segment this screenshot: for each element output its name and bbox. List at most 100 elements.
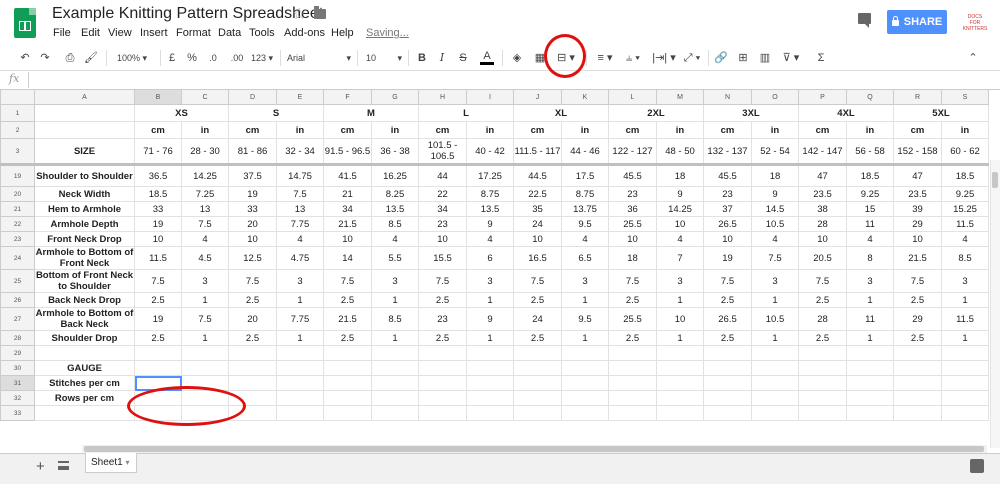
- cell[interactable]: 20.5: [798, 246, 847, 270]
- cell[interactable]: [181, 360, 229, 376]
- unit-cell[interactable]: in: [276, 121, 324, 139]
- cell[interactable]: [513, 345, 562, 361]
- cell[interactable]: 23.5: [893, 186, 942, 202]
- cell[interactable]: 28: [798, 307, 847, 331]
- cell[interactable]: 11: [846, 216, 894, 232]
- cell[interactable]: 14: [323, 246, 372, 270]
- cell[interactable]: [276, 390, 324, 406]
- menu-tools[interactable]: Tools: [249, 27, 275, 39]
- more-formats-select[interactable]: 123 ▾: [250, 50, 274, 66]
- unit-cell[interactable]: cm: [134, 121, 182, 139]
- column-header-p[interactable]: P: [798, 89, 847, 105]
- row-header[interactable]: 1: [0, 104, 35, 122]
- cell[interactable]: [893, 390, 942, 406]
- share-button[interactable]: SHARE: [887, 10, 947, 34]
- cell[interactable]: 2.5: [703, 292, 752, 308]
- cell[interactable]: [656, 405, 704, 421]
- cell[interactable]: 13: [181, 201, 229, 217]
- cell[interactable]: [608, 405, 657, 421]
- cell[interactable]: [134, 345, 182, 361]
- menu-insert[interactable]: Insert: [140, 27, 168, 39]
- column-header-q[interactable]: Q: [846, 89, 894, 105]
- cell[interactable]: 47: [798, 164, 847, 187]
- cell[interactable]: 28: [798, 216, 847, 232]
- cell[interactable]: [703, 405, 752, 421]
- cell[interactable]: 2.5: [323, 292, 372, 308]
- cell[interactable]: [941, 405, 989, 421]
- cell[interactable]: 6: [466, 246, 514, 270]
- row-header[interactable]: 24: [0, 246, 35, 270]
- cell[interactable]: 14.25: [181, 164, 229, 187]
- cell[interactable]: [323, 390, 372, 406]
- cell[interactable]: 22: [418, 186, 467, 202]
- cell[interactable]: 7.75: [276, 307, 324, 331]
- column-header-j[interactable]: J: [513, 89, 562, 105]
- select-all-corner[interactable]: [0, 89, 35, 105]
- menu-data[interactable]: Data: [218, 27, 241, 39]
- cell[interactable]: [466, 405, 514, 421]
- cell[interactable]: [418, 405, 467, 421]
- column-header-r[interactable]: R: [893, 89, 942, 105]
- cell[interactable]: 28 - 30: [181, 138, 229, 166]
- cell[interactable]: [798, 390, 847, 406]
- row-label[interactable]: Shoulder to Shoulder: [34, 164, 135, 187]
- row-label[interactable]: Hem to Armhole: [34, 201, 135, 217]
- menu-edit[interactable]: Edit: [81, 27, 100, 39]
- row-header[interactable]: 20: [0, 186, 35, 202]
- font-size-select[interactable]: 10 ▾: [366, 50, 402, 66]
- cell[interactable]: [941, 360, 989, 376]
- cell[interactable]: 2.5: [893, 330, 942, 346]
- column-header-o[interactable]: O: [751, 89, 799, 105]
- unit-cell[interactable]: in: [751, 121, 799, 139]
- cell[interactable]: 16.25: [371, 164, 419, 187]
- cell[interactable]: [34, 104, 135, 122]
- fill-color-icon[interactable]: ◈: [509, 50, 525, 66]
- size-header[interactable]: XL: [513, 104, 609, 122]
- cell[interactable]: [561, 345, 609, 361]
- cell[interactable]: [466, 360, 514, 376]
- sheets-logo-icon[interactable]: [14, 8, 36, 38]
- cell[interactable]: 1: [846, 330, 894, 346]
- cell[interactable]: 37.5: [228, 164, 277, 187]
- row-header[interactable]: 28: [0, 330, 35, 346]
- cell[interactable]: 3: [656, 269, 704, 293]
- cell[interactable]: 10: [323, 231, 372, 247]
- cell[interactable]: 44: [418, 164, 467, 187]
- cell[interactable]: 1: [466, 330, 514, 346]
- cell[interactable]: 19: [134, 307, 182, 331]
- unit-cell[interactable]: cm: [798, 121, 847, 139]
- cell[interactable]: 36.5: [134, 164, 182, 187]
- cell[interactable]: 45.5: [608, 164, 657, 187]
- cell[interactable]: [371, 390, 419, 406]
- cell[interactable]: 1: [561, 330, 609, 346]
- cell[interactable]: 18.5: [941, 164, 989, 187]
- row-header[interactable]: 21: [0, 201, 35, 217]
- cell[interactable]: [466, 345, 514, 361]
- row-header[interactable]: 25: [0, 269, 35, 293]
- cell[interactable]: 9.25: [941, 186, 989, 202]
- cell[interactable]: 23: [418, 307, 467, 331]
- cell[interactable]: [751, 390, 799, 406]
- row-header[interactable]: 2: [0, 121, 35, 139]
- cell[interactable]: 2.5: [134, 330, 182, 346]
- cell[interactable]: 23.5: [798, 186, 847, 202]
- menu-help[interactable]: Help: [331, 27, 354, 39]
- menu-file[interactable]: File: [53, 27, 71, 39]
- cell[interactable]: [561, 375, 609, 391]
- cell[interactable]: [181, 345, 229, 361]
- cell[interactable]: 4: [371, 231, 419, 247]
- cell[interactable]: 39: [893, 201, 942, 217]
- cell[interactable]: 4: [751, 231, 799, 247]
- cell[interactable]: 152 - 158: [893, 138, 942, 166]
- cell[interactable]: 8.75: [561, 186, 609, 202]
- row-header[interactable]: 3: [0, 138, 35, 166]
- cell[interactable]: 1: [181, 292, 229, 308]
- cell[interactable]: [846, 375, 894, 391]
- collapse-toolbar-icon[interactable]: ⌃: [966, 50, 980, 66]
- cell[interactable]: 19: [134, 216, 182, 232]
- cell[interactable]: 22.5: [513, 186, 562, 202]
- cell[interactable]: [703, 360, 752, 376]
- cell[interactable]: 13.5: [371, 201, 419, 217]
- cell[interactable]: 1: [181, 330, 229, 346]
- cell[interactable]: 21.5: [893, 246, 942, 270]
